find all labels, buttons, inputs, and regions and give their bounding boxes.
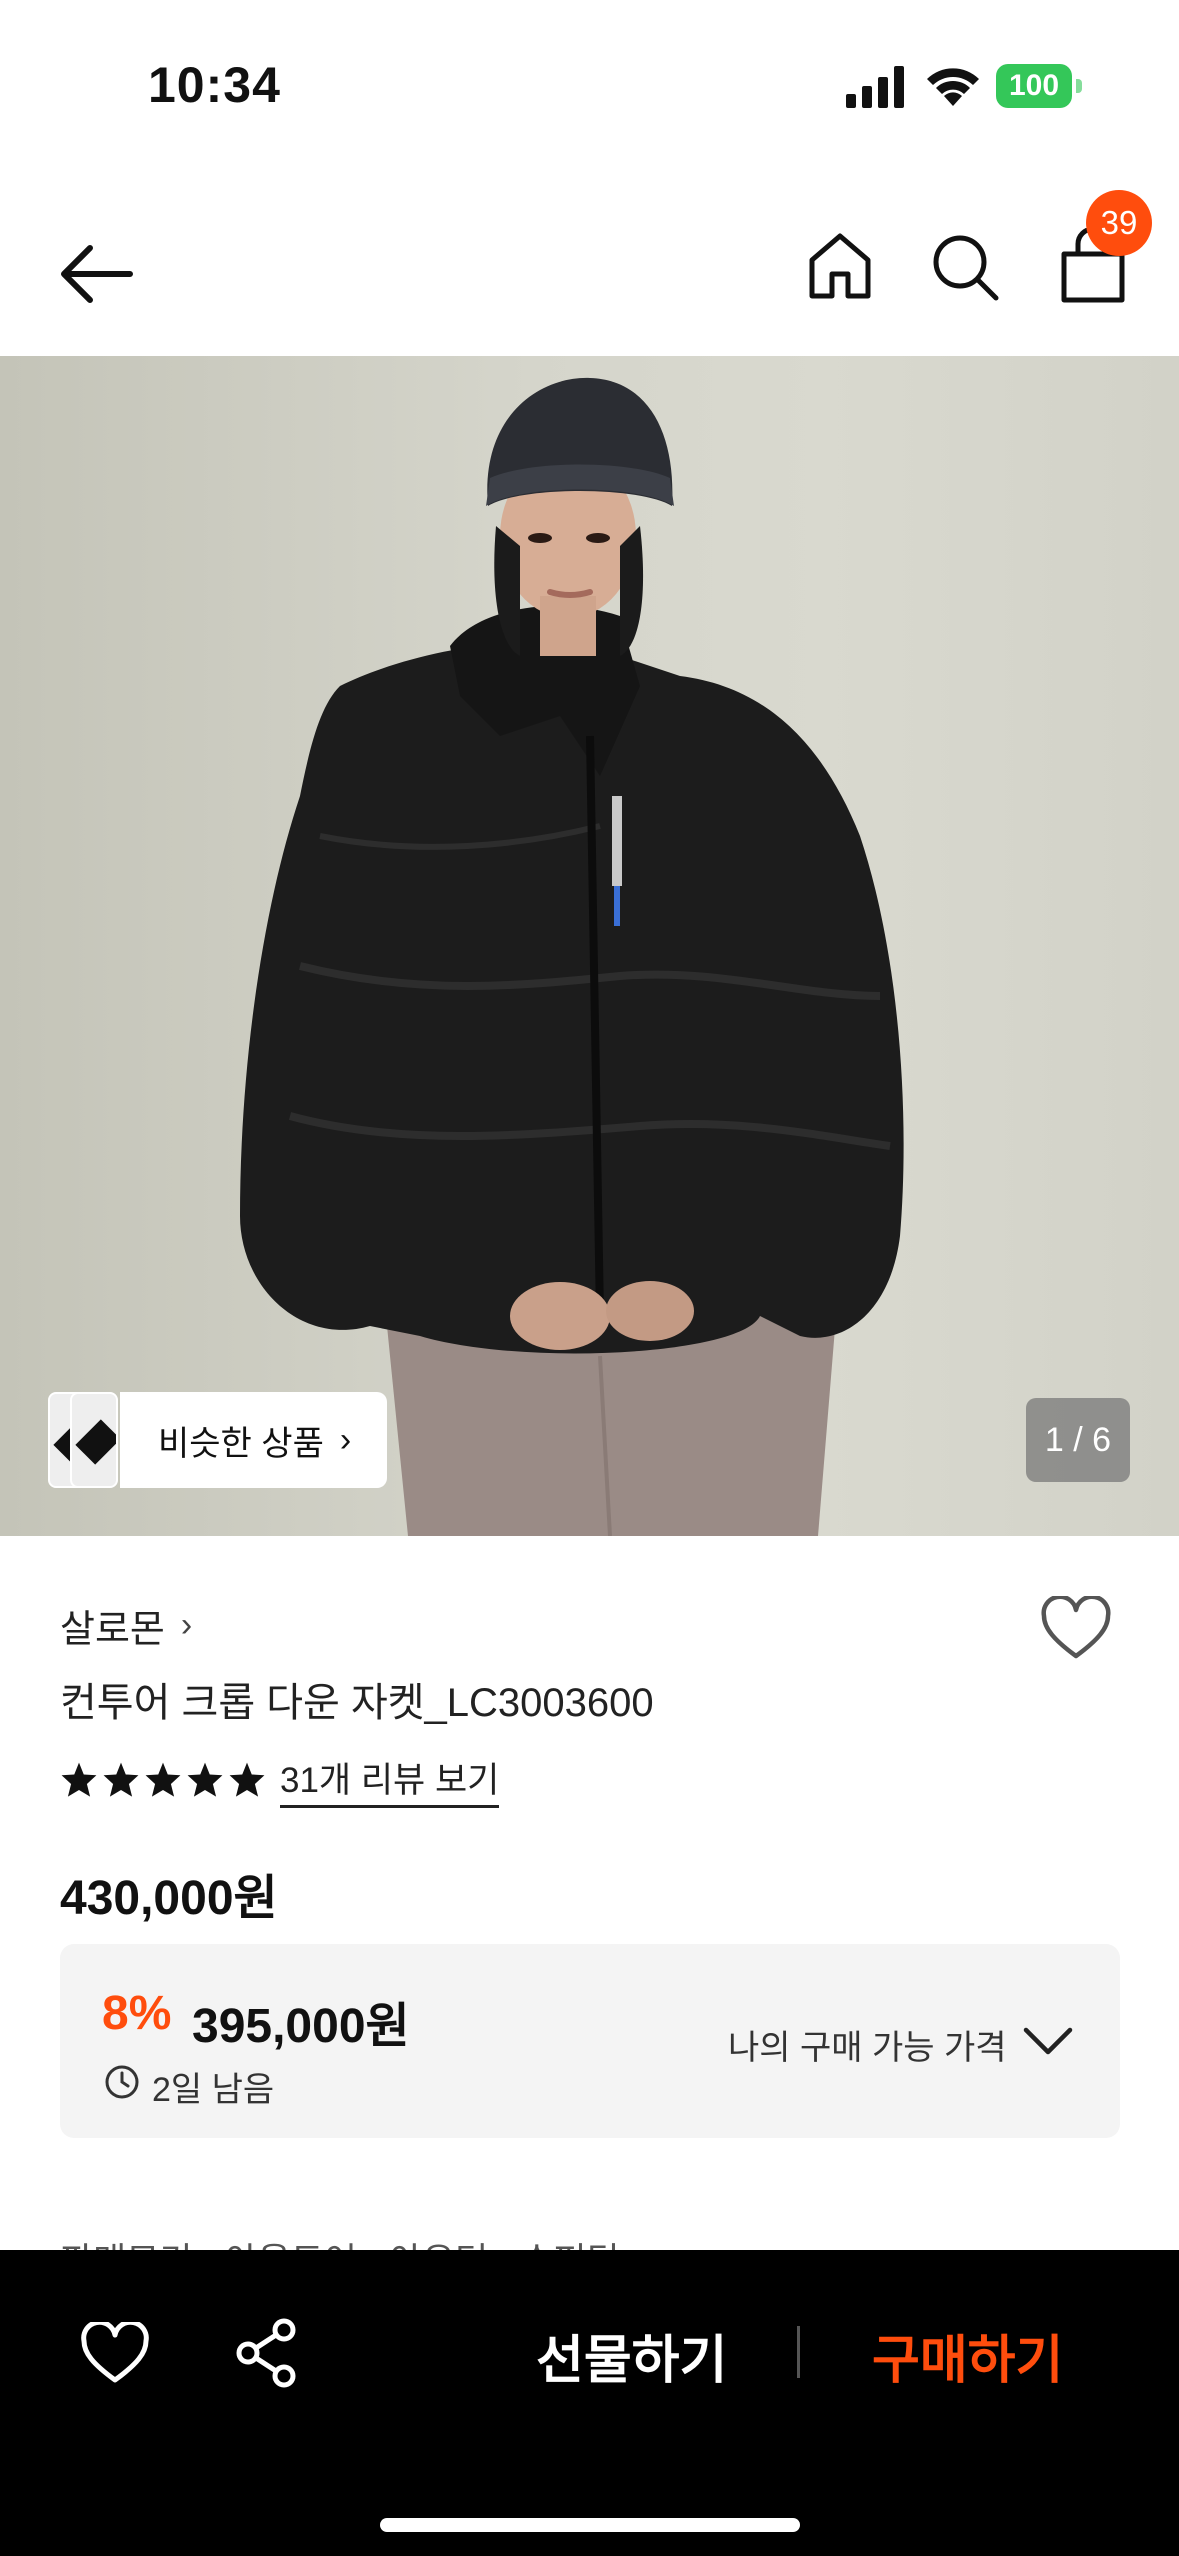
wifi-icon — [927, 68, 979, 106]
search-icon[interactable] — [930, 232, 1000, 302]
top-nav-bar — [0, 190, 1179, 356]
back-arrow-icon[interactable] — [56, 240, 136, 308]
similar-thumbnail — [70, 1392, 118, 1488]
battery-level: 100 — [996, 64, 1072, 108]
gift-button[interactable]: 선물하기 — [536, 2318, 727, 2393]
battery-indicator: 100 — [996, 64, 1082, 108]
original-price: 430,000원 — [60, 1872, 278, 1925]
reviews-link[interactable]: 31개 리뷰 보기 — [280, 1752, 500, 1808]
heart-icon[interactable] — [1040, 1596, 1112, 1662]
cellular-signal-icon — [846, 66, 904, 108]
status-bar: 10:34 100 — [0, 0, 1179, 170]
product-name: 컨투어 크롭 다운 자켓_LC3003600 — [60, 1681, 654, 1725]
heart-icon[interactable] — [80, 2322, 150, 2386]
status-time: 10:34 — [148, 57, 281, 113]
clock-icon — [105, 2065, 139, 2099]
similar-products-button[interactable]: 비슷한 상품 › — [48, 1392, 388, 1488]
star-icon — [229, 1762, 265, 1797]
star-icon — [145, 1762, 181, 1797]
buy-button[interactable]: 구매하기 — [872, 2318, 1063, 2393]
home-indicator — [380, 2518, 800, 2532]
product-detail-screen: 10:34 100 39 비슷한 상품 › 1 / 6 살로몬 › 컨투어 크롭… — [0, 0, 1179, 2556]
similar-products-pill: 비슷한 상품 › — [120, 1392, 388, 1488]
product-photo — [240, 377, 904, 1536]
chevron-down-icon[interactable] — [1022, 2022, 1074, 2058]
cart-count-badge: 39 — [1086, 190, 1152, 256]
chevron-right-icon: › — [180, 1606, 193, 1644]
bottom-action-bar: 선물하기 구매하기 — [0, 2250, 1179, 2556]
brand-name: 살로몬 — [60, 1609, 165, 1651]
star-icon — [61, 1762, 97, 1797]
discount-price-box[interactable]: 8% 395,000원 2일 남음 나의 구매 가능 가격 — [60, 1944, 1120, 2138]
time-remaining: 2일 남음 — [152, 2071, 275, 2109]
chevron-right-icon: › — [339, 1420, 352, 1459]
similar-products-label: 비슷한 상품 — [158, 1424, 324, 1463]
star-rating — [60, 1761, 266, 1799]
discount-percent: 8% — [102, 1987, 172, 2040]
star-icon — [187, 1762, 223, 1797]
rating-row: 31개 리뷰 보기 — [60, 1752, 500, 1808]
image-counter: 1 / 6 — [1026, 1398, 1130, 1482]
home-icon[interactable] — [806, 230, 874, 302]
brand-link[interactable]: 살로몬 › — [60, 1598, 192, 1653]
sale-price: 395,000원 — [192, 2000, 410, 2053]
battery-cap — [1076, 79, 1082, 93]
my-price-label: 나의 구매 가능 가격 — [728, 2029, 1007, 2067]
star-icon — [103, 1762, 139, 1797]
similar-thumbnails — [48, 1392, 120, 1488]
share-icon[interactable] — [236, 2318, 298, 2388]
action-divider — [797, 2326, 800, 2378]
product-image-carousel[interactable]: 비슷한 상품 › 1 / 6 — [0, 356, 1179, 1536]
